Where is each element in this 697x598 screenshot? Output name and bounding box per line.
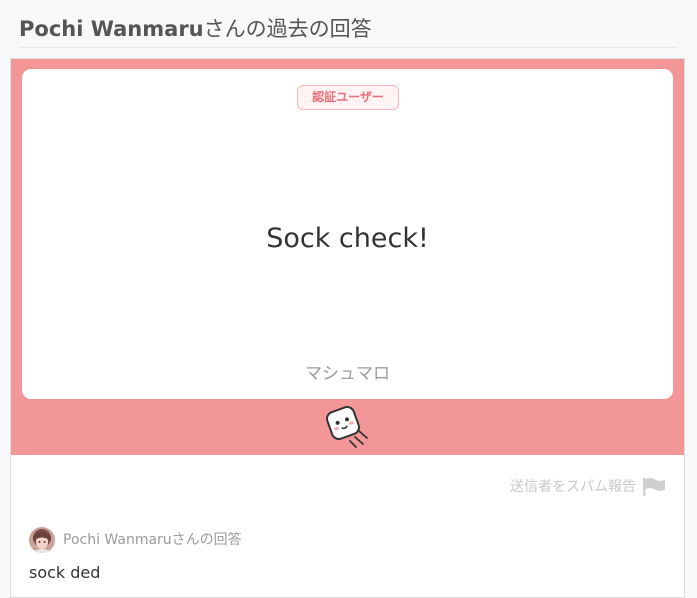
verified-user-badge: 認証ユーザー [297,85,399,110]
answer-header: Pochi Wanmaruさんの回答 [29,526,242,554]
page-title-user-name: Pochi Wanmaru [19,17,204,41]
marshmallow-mascot-icon [323,401,375,453]
question-panel: 認証ユーザー Sock check! マシュマロ [11,59,684,455]
flag-icon [642,477,666,497]
brand-label: マシュマロ [305,364,390,384]
answer-text: sock ded [29,563,101,582]
answer-author-label: Pochi Wanmaruさんの回答 [63,532,242,548]
answer-card: 認証ユーザー Sock check! マシュマロ 送信者をスパム報告 Pochi… [10,58,685,598]
page-title-suffix: さんの過去の回答 [203,17,372,41]
report-spam-label: 送信者をスパム報告 [510,479,636,495]
report-spam-link[interactable]: 送信者をスパム報告 [510,475,666,499]
page-title: Pochi Wanmaruさんの過去の回答 [19,14,677,48]
question-box: 認証ユーザー Sock check! マシュマロ [22,69,673,399]
question-text: Sock check! [266,223,429,254]
avatar[interactable] [29,527,55,553]
